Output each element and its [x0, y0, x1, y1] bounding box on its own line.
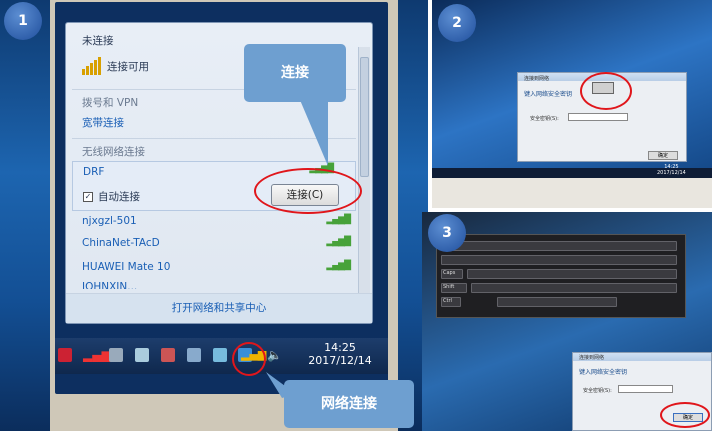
date: 2017/12/14 [308, 354, 372, 367]
connection-available-text: 连接可用 [107, 60, 149, 73]
field-label: 安全密钥(S): [583, 388, 612, 394]
network-item[interactable]: HUAWEI Mate 10 [72, 261, 356, 273]
on-screen-keyboard[interactable]: Caps Shift Ctrl [436, 234, 686, 318]
dialog-prompt: 键入网络安全密钥 [524, 91, 573, 98]
network-name: DRF [83, 166, 105, 178]
step2-photo: 连接到网络 键入网络安全密钥 安全密钥(S): 确定 14:25 2017/12/… [432, 0, 712, 208]
clock[interactable]: 14:25 2017/12/14 [300, 341, 380, 367]
shift-key[interactable]: Shift [441, 283, 467, 293]
signal-icon[interactable]: ▂▄▆ [83, 348, 111, 362]
network-item[interactable]: ChinaNet-TAcD [72, 237, 356, 249]
field-label: 安全密钥(S): [530, 116, 559, 122]
app-icon[interactable] [58, 348, 72, 362]
highlight-circle [254, 168, 362, 214]
taskbar: 14:25 2017/12/14 [432, 164, 712, 178]
tray-icon[interactable] [161, 348, 175, 362]
callout-network: 网络连接 [284, 380, 414, 428]
auto-connect-label: 自动连接 [98, 191, 140, 203]
caps-key[interactable]: Caps [441, 269, 463, 279]
step-badge-1: 1 [4, 2, 42, 40]
wifi-signal-icon: ▂▄▆█ [326, 237, 351, 247]
taskbar: ▂▄▆ ▂▄▆ 🔈 14:25 2017/12/14 [55, 338, 388, 374]
time: 14:25 [324, 341, 356, 354]
key-row[interactable] [471, 283, 677, 293]
volume-icon[interactable]: 🔈 [267, 348, 282, 362]
highlight-circle [232, 342, 266, 376]
ok-button[interactable]: 确定 [648, 151, 678, 160]
wifi-signal-icon: ▂▄▆█ [326, 215, 351, 225]
signal-bars-icon [82, 57, 101, 75]
key-row[interactable] [441, 255, 677, 265]
auto-connect-checkbox[interactable]: ✓ [83, 191, 93, 202]
step1-photo: 未连接 连接可用 拨号和 VPN 宽带连接 无线网络连接 DRF ▂▄▆█ ✓ … [0, 0, 428, 431]
ctrl-key[interactable]: Ctrl [441, 297, 461, 307]
security-key-input[interactable] [568, 113, 628, 121]
dialog-title: 连接到网络 [579, 355, 605, 361]
network-item[interactable]: JOHNXIN... [72, 281, 356, 289]
space-key[interactable] [497, 297, 617, 307]
open-network-center-link[interactable]: 打开网络和共享中心 [66, 293, 372, 323]
step-badge-3: 3 [428, 214, 466, 252]
wifi-signal-icon: ▂▄▆█ [326, 261, 351, 271]
callout-pointer [300, 100, 328, 166]
clock: 14:25 2017/12/14 [657, 164, 686, 176]
scrollbar-thumb[interactable] [360, 57, 369, 177]
highlight-circle [660, 402, 710, 428]
tray-icon[interactable] [213, 348, 227, 362]
key-row[interactable] [467, 269, 677, 279]
dialog-title: 连接到网络 [524, 76, 550, 82]
dialog-prompt: 键入网络安全密钥 [579, 369, 628, 376]
callout-connect: 连接 [244, 44, 346, 102]
tray-icon[interactable] [187, 348, 201, 362]
tray-icon[interactable] [109, 348, 123, 362]
monitor-bezel [432, 178, 712, 208]
scrollbar[interactable] [358, 47, 370, 297]
key-row[interactable] [441, 241, 677, 251]
step-badge-2: 2 [438, 4, 476, 42]
step3-photo: Caps Shift Ctrl 连接到网络 键入网络安全密钥 安全密钥(S): … [422, 212, 712, 431]
highlight-circle [580, 72, 632, 110]
tray-icon[interactable] [135, 348, 149, 362]
network-item[interactable]: njxgzl-501 [72, 215, 356, 227]
security-key-input[interactable] [618, 385, 673, 393]
